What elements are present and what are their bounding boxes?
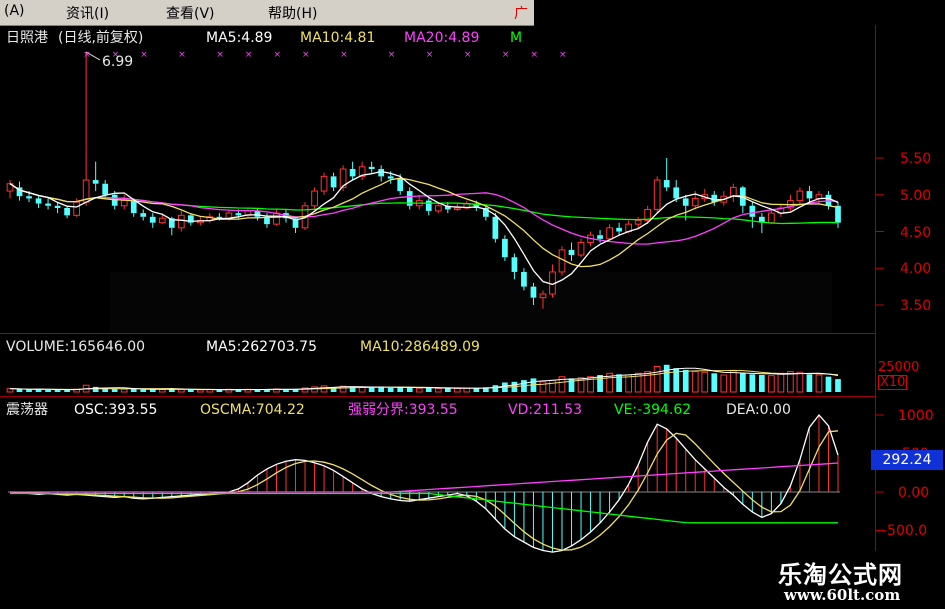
chart-text-layer: 日照港 (日线,前复权) MA5:4.89 MA10:4.81 MA20:4.8… [0, 0, 945, 609]
current-value-badge: 292.24 [871, 450, 943, 470]
ve-label: VE:-394.62 [614, 402, 692, 418]
volume-title: VOLUME:165646.00 [6, 339, 146, 355]
volume-ma10-label: MA10:286489.09 [360, 339, 480, 355]
period-label: (日线,前复权) [58, 30, 144, 46]
ma5-label: MA5:4.89 [206, 30, 273, 46]
oscma-label: OSCMA:704.22 [200, 402, 305, 418]
osc-axis-tick: 0.00 [898, 485, 930, 501]
stock-chart-window: × × × × × × × × × × × × × × × (A) 资讯(I) 查看(V) 帮助(H) 广 … [0, 0, 945, 609]
high-price-annotation: 6.99 [102, 54, 134, 70]
osc-axis-tick: 1000 [898, 408, 934, 424]
watermark-title: 乐淘公式网 [778, 560, 903, 589]
price-axis-tick: 4.50 [900, 225, 932, 241]
osc-label: OSC:393.55 [74, 402, 158, 418]
ma20-label: MA20:4.89 [404, 30, 480, 46]
ma10-label: MA10:4.81 [300, 30, 376, 46]
watermark: 乐淘公式网 www.60lt.com [738, 551, 945, 609]
price-axis-tick: 5.00 [900, 188, 932, 204]
vd-label: VD:211.53 [508, 402, 583, 418]
boundary-label: 强弱分界:393.55 [348, 402, 458, 418]
price-axis-tick: 4.00 [900, 261, 932, 277]
osc-axis-tick: -500.0 [882, 523, 928, 539]
price-axis-tick: 5.50 [900, 151, 932, 167]
volume-unit-label: X10 [878, 375, 908, 390]
oscillator-name: 震荡器 [6, 402, 48, 418]
price-axis-tick: 3.50 [900, 298, 932, 314]
ma60-label: M [510, 30, 523, 46]
volume-axis-tick: 25000 [878, 360, 920, 375]
watermark-url: www.60lt.com [784, 586, 901, 604]
dea-label: DEA:0.00 [726, 402, 791, 418]
stock-name: 日照港 [6, 30, 48, 46]
volume-ma5-label: MA5:262703.75 [206, 339, 317, 355]
